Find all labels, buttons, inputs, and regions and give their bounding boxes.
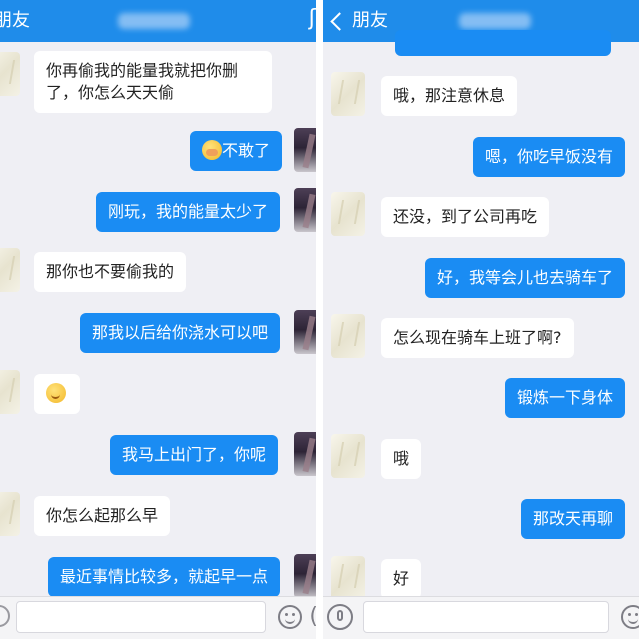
message-input[interactable] [363, 601, 609, 633]
contact-avatar[interactable] [0, 52, 20, 96]
chat-screenshot-left: 朋友 ʃ 你再偷我的能量我就把你删了，你怎么天天偷 不敢了 刚玩，我的能量太少了… [0, 0, 316, 639]
contact-avatar[interactable] [0, 248, 20, 292]
emoji-face-icon[interactable] [278, 605, 302, 629]
my-avatar[interactable] [294, 554, 316, 598]
message-bubble-outgoing: 锻炼一下身体 [505, 378, 626, 418]
voice-icon[interactable] [0, 605, 10, 627]
voice-icon[interactable] [327, 604, 353, 630]
contact-avatar[interactable] [331, 72, 365, 116]
message-bubble-incoming: 你再偷我的能量我就把你删了，你怎么天天偷 [34, 51, 272, 113]
message-input[interactable] [16, 601, 266, 633]
chat-header: 朋友 ʃ [0, 0, 316, 42]
panel-divider [316, 0, 323, 639]
message-bubble-incoming [34, 374, 80, 414]
message-bubble-outgoing: 我马上出门了，你呢 [110, 435, 279, 475]
message-bubble-outgoing: 嗯，你吃早饭没有 [473, 137, 626, 177]
contact-name-blurred [118, 13, 190, 29]
chevron-left-icon [330, 12, 349, 31]
contact-avatar[interactable] [331, 192, 365, 236]
message-text: 不敢了 [222, 141, 271, 160]
message-bubble-outgoing: 那改天再聊 [521, 499, 626, 539]
emoji-face-icon[interactable] [621, 605, 639, 629]
message-bubble-outgoing: 刚玩，我的能量太少了 [96, 192, 281, 232]
message-bubble-outgoing: 那我以后给你浇水可以吧 [80, 313, 281, 353]
message-bubble-incoming: 那你也不要偷我的 [34, 252, 187, 292]
chat-screenshot-right: 朋友 哦，那注意休息 嗯，你吃早饭没有 还没，到了公司再吃 好，我等会儿也去骑车… [323, 0, 639, 639]
input-bar [323, 596, 639, 639]
message-bubble-incoming: 怎么现在骑车上班了啊? [381, 318, 574, 358]
back-label: 朋友 [352, 10, 388, 31]
back-button[interactable]: 朋友 [0, 10, 30, 32]
contact-avatar[interactable] [331, 314, 365, 358]
contact-avatar[interactable] [0, 492, 20, 536]
message-bubble-incoming: 哦 [381, 439, 422, 479]
contact-avatar[interactable] [331, 556, 365, 600]
contact-avatar[interactable] [0, 370, 20, 414]
message-bubble-outgoing: 不敢了 [190, 131, 283, 171]
message-bubble-incoming: 哦，那注意休息 [381, 76, 518, 116]
smirk-emoji-icon [46, 383, 66, 403]
message-bubble-outgoing: 最近事情比较多，就起早一点 [48, 557, 281, 597]
hand-emoji-icon [202, 140, 222, 160]
contact-avatar[interactable] [331, 434, 365, 478]
message-bubble-incoming: 你怎么起那么早 [34, 496, 171, 536]
back-button[interactable]: 朋友 [330, 10, 388, 32]
contact-name-blurred [459, 13, 531, 29]
my-avatar[interactable] [294, 128, 316, 172]
input-bar: ( [0, 596, 316, 639]
my-avatar[interactable] [294, 310, 316, 354]
back-label: 朋友 [0, 10, 30, 31]
my-avatar[interactable] [294, 188, 316, 232]
my-avatar[interactable] [294, 432, 316, 476]
message-bubble-outgoing: 好，我等会儿也去骑车了 [425, 258, 626, 298]
edge-glyph: ( [309, 606, 316, 628]
message-bubble-incoming: 好 [381, 559, 422, 599]
message-bubble-outgoing-partial [395, 30, 611, 56]
header-edge-glyph: ʃ [308, 6, 316, 31]
message-bubble-incoming: 还没，到了公司再吃 [381, 197, 550, 237]
